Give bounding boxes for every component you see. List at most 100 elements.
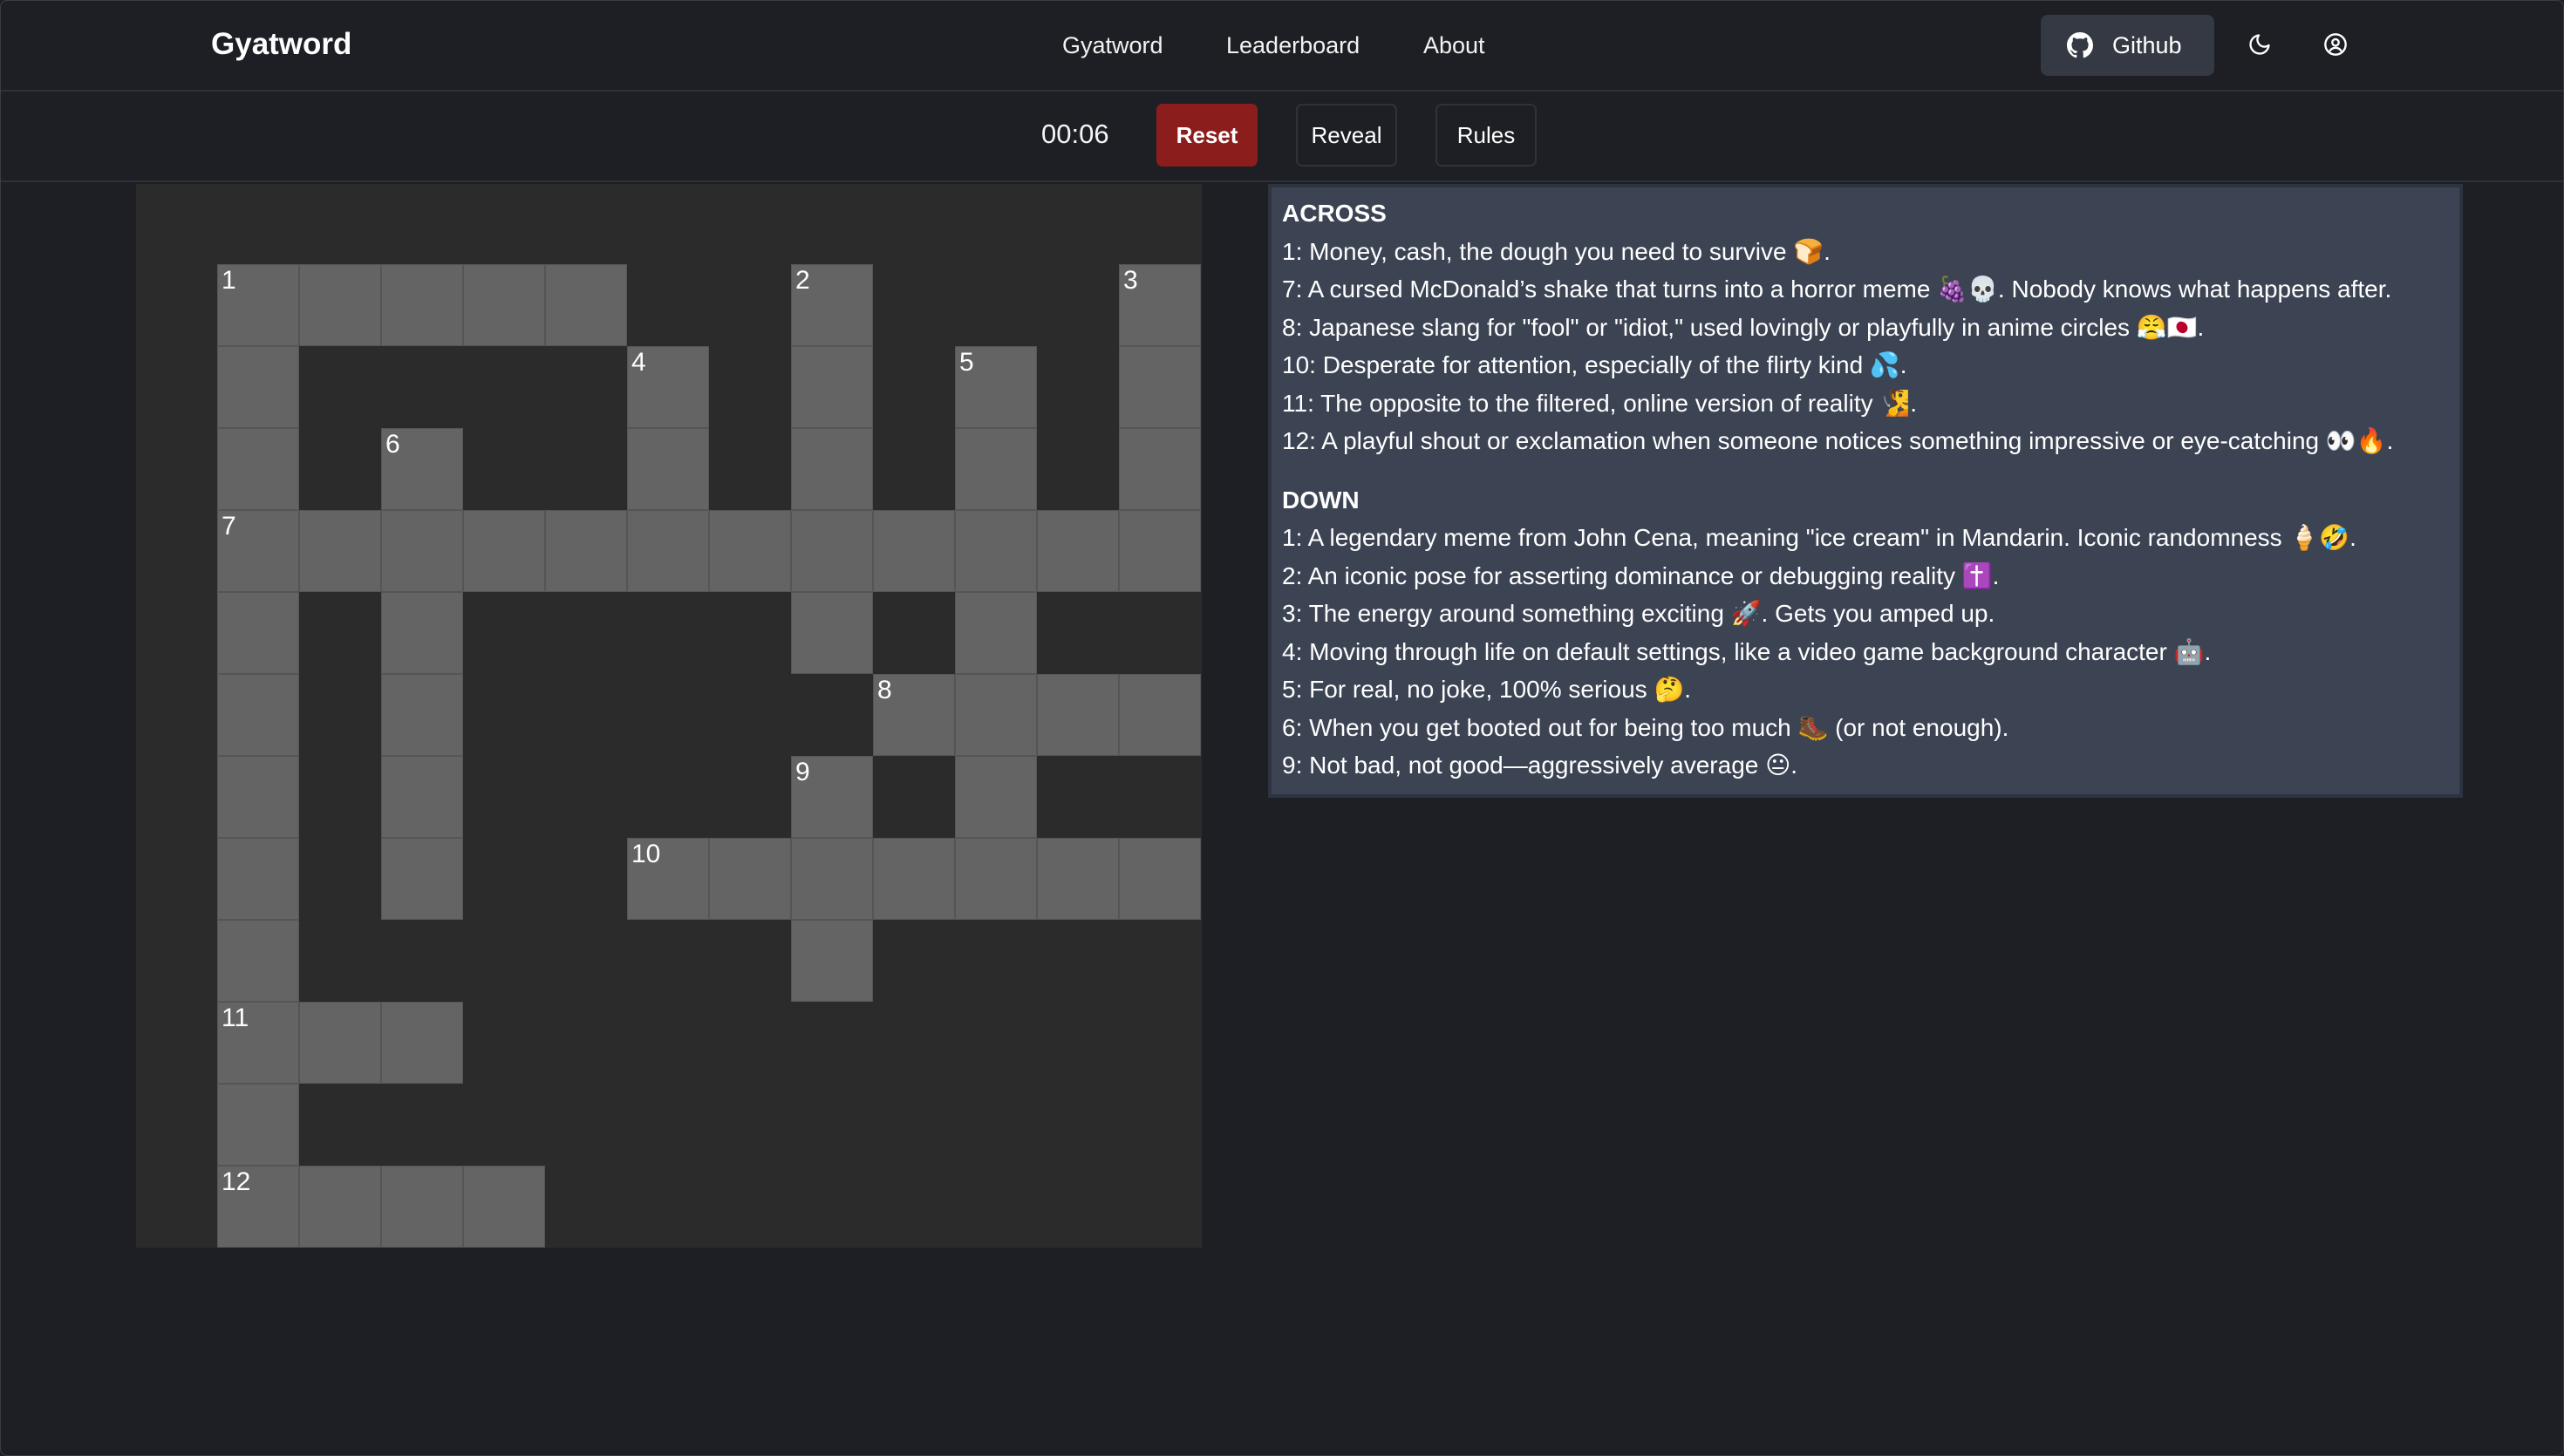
grid-cell[interactable]: [217, 674, 299, 756]
grid-cell[interactable]: 1: [217, 264, 299, 346]
grid-cell[interactable]: 10: [627, 838, 709, 920]
grid-cell[interactable]: [955, 674, 1037, 756]
down-heading: DOWN: [1282, 486, 1360, 514]
down-clue[interactable]: 1: A legendary meme from John Cena, mean…: [1282, 519, 2449, 557]
grid-cell[interactable]: 7: [217, 510, 299, 592]
grid-cell[interactable]: [1119, 510, 1201, 592]
down-clue[interactable]: 2: An iconic pose for asserting dominanc…: [1282, 557, 2449, 595]
grid-cell[interactable]: 12: [217, 1166, 299, 1248]
grid-cell[interactable]: [791, 346, 873, 428]
grid-cell[interactable]: [217, 920, 299, 1002]
across-clue[interactable]: 12: A playful shout or exclamation when …: [1282, 422, 2449, 460]
grid-cell[interactable]: [381, 1166, 463, 1248]
moon-icon: [2249, 34, 2270, 55]
grid-cell[interactable]: [217, 756, 299, 838]
grid-cell[interactable]: [955, 756, 1037, 838]
brand-logo[interactable]: Gyatword: [211, 27, 351, 62]
grid-cell[interactable]: [791, 510, 873, 592]
nav-link-gyatword[interactable]: Gyatword: [1062, 32, 1163, 59]
grid-cell[interactable]: [545, 510, 627, 592]
grid-cell[interactable]: [463, 1166, 545, 1248]
grid-cell[interactable]: [217, 1084, 299, 1166]
grid-cell[interactable]: [217, 346, 299, 428]
grid-cell[interactable]: [627, 510, 709, 592]
cell-number: 4: [631, 348, 646, 377]
grid-cell[interactable]: [381, 838, 463, 920]
grid-cell[interactable]: [299, 1166, 381, 1248]
grid-cell[interactable]: [381, 592, 463, 674]
grid-cell[interactable]: [1037, 838, 1119, 920]
down-clue[interactable]: 9: Not bad, not good—aggressively averag…: [1282, 746, 2449, 785]
grid-cell[interactable]: [955, 428, 1037, 510]
across-clue[interactable]: 1: Money, cash, the dough you need to su…: [1282, 233, 2449, 271]
grid-cell[interactable]: [1037, 674, 1119, 756]
grid-cell[interactable]: [299, 510, 381, 592]
grid-cell[interactable]: [463, 264, 545, 346]
cell-number: 12: [222, 1167, 251, 1196]
grid-cell[interactable]: [381, 510, 463, 592]
grid-cell[interactable]: [1119, 838, 1201, 920]
down-clue[interactable]: 4: Moving through life on default settin…: [1282, 633, 2449, 671]
grid-cell[interactable]: [873, 510, 955, 592]
grid-cell[interactable]: [1119, 674, 1201, 756]
grid-cell[interactable]: 6: [381, 428, 463, 510]
grid-cell[interactable]: 5: [955, 346, 1037, 428]
cell-number: 7: [222, 512, 236, 541]
rules-button[interactable]: Rules: [1435, 104, 1537, 167]
clues-panel: ACROSS 1: Money, cash, the dough you nee…: [1268, 184, 2463, 798]
grid-cell[interactable]: [791, 428, 873, 510]
grid-cell[interactable]: [217, 838, 299, 920]
grid-cell[interactable]: [955, 510, 1037, 592]
grid-cell[interactable]: [299, 1002, 381, 1084]
cell-number: 2: [795, 266, 810, 295]
grid-cell[interactable]: [299, 264, 381, 346]
cell-number: 8: [877, 676, 892, 704]
grid-cell[interactable]: [873, 838, 955, 920]
grid-cell[interactable]: 9: [791, 756, 873, 838]
across-heading: ACROSS: [1282, 200, 1387, 227]
reset-button[interactable]: Reset: [1156, 104, 1258, 167]
grid-cell[interactable]: [791, 920, 873, 1002]
grid-cell[interactable]: [217, 592, 299, 674]
nav-link-about[interactable]: About: [1423, 32, 1485, 59]
github-label: Github: [2112, 31, 2182, 58]
cell-number: 10: [631, 840, 661, 868]
grid-cell[interactable]: [1037, 510, 1119, 592]
theme-toggle-button[interactable]: [2242, 27, 2277, 62]
reveal-button[interactable]: Reveal: [1296, 104, 1397, 167]
account-button[interactable]: [2318, 27, 2353, 62]
grid-cell[interactable]: [791, 838, 873, 920]
cell-number: 6: [385, 430, 400, 459]
down-clue[interactable]: 5: For real, no joke, 100% serious 🤔.: [1282, 670, 2449, 709]
grid-cell[interactable]: [709, 838, 791, 920]
down-clue[interactable]: 6: When you get booted out for being too…: [1282, 709, 2449, 747]
grid-cell[interactable]: [381, 1002, 463, 1084]
nav-link-leaderboard[interactable]: Leaderboard: [1226, 32, 1360, 59]
across-clue[interactable]: 8: Japanese slang for "fool" or "idiot,"…: [1282, 309, 2449, 347]
grid-cell[interactable]: [217, 428, 299, 510]
grid-cell[interactable]: [955, 838, 1037, 920]
grid-cell[interactable]: 11: [217, 1002, 299, 1084]
grid-cell[interactable]: [381, 756, 463, 838]
grid-cell[interactable]: [381, 264, 463, 346]
grid-cell[interactable]: 8: [873, 674, 955, 756]
grid-cell[interactable]: [1119, 428, 1201, 510]
grid-cell[interactable]: [791, 592, 873, 674]
grid-cell[interactable]: [1119, 346, 1201, 428]
grid-cell[interactable]: [709, 510, 791, 592]
across-clue[interactable]: 7: A cursed McDonald’s shake that turns …: [1282, 270, 2449, 309]
grid-cell[interactable]: 2: [791, 264, 873, 346]
grid-cell[interactable]: [463, 510, 545, 592]
top-navbar: Gyatword Gyatword Leaderboard About Gith…: [1, 1, 2563, 92]
down-clue[interactable]: 3: The energy around something exciting …: [1282, 595, 2449, 633]
grid-cell[interactable]: [955, 592, 1037, 674]
grid-cell[interactable]: [545, 264, 627, 346]
cell-number: 9: [795, 758, 810, 786]
grid-cell[interactable]: 3: [1119, 264, 1201, 346]
github-button[interactable]: Github: [2041, 15, 2214, 76]
grid-cell[interactable]: [627, 428, 709, 510]
across-clue[interactable]: 10: Desperate for attention, especially …: [1282, 346, 2449, 384]
grid-cell[interactable]: 4: [627, 346, 709, 428]
grid-cell[interactable]: [381, 674, 463, 756]
across-clue[interactable]: 11: The opposite to the filtered, online…: [1282, 384, 2449, 423]
